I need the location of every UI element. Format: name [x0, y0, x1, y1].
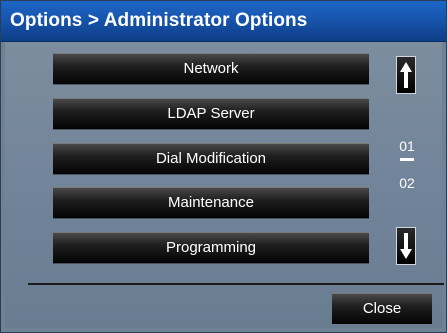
page-separator [400, 158, 414, 161]
page-up-button[interactable] [396, 56, 416, 94]
page-total: 02 [399, 175, 415, 191]
content-panel [5, 42, 442, 328]
page-current: 01 [399, 138, 415, 154]
network-button[interactable]: Network [53, 53, 369, 84]
arrow-up-icon [400, 62, 412, 88]
ldap-server-button[interactable]: LDAP Server [53, 98, 369, 129]
page-title: Options > Administrator Options [10, 10, 308, 31]
programming-button[interactable]: Programming [53, 232, 369, 263]
maintenance-button[interactable]: Maintenance [53, 187, 369, 218]
dial-modification-button[interactable]: Dial Modification [53, 143, 369, 174]
page-down-button[interactable] [396, 227, 416, 265]
title-bar: Options > Administrator Options [1, 1, 446, 42]
options-dialog: Options > Administrator Options Network … [0, 0, 447, 333]
arrow-down-icon [400, 233, 412, 259]
footer-divider [28, 283, 444, 285]
close-button[interactable]: Close [332, 293, 432, 324]
